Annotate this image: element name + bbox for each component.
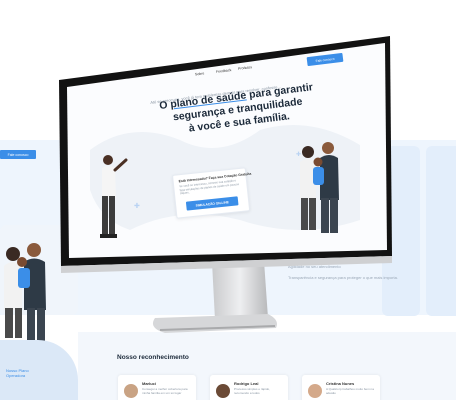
monitor-stand-neck [212, 261, 268, 320]
nav-item-sobre[interactable]: Sobre [195, 71, 205, 76]
simulation-card: Está interessado? Faça sua Cotação Gratu… [172, 167, 251, 219]
man-illustration [100, 155, 128, 238]
plus-icon: ✚ [134, 203, 140, 210]
simulation-button[interactable]: SIMULAÇÃO ON-LINE [185, 196, 239, 211]
plus-icon: ✚ [296, 152, 302, 158]
nav-contact-button[interactable]: Fale conosco [306, 52, 344, 67]
nav-item-feedback[interactable]: Feedback [216, 68, 232, 74]
nav-item-produtos[interactable]: Produtos [238, 65, 252, 71]
